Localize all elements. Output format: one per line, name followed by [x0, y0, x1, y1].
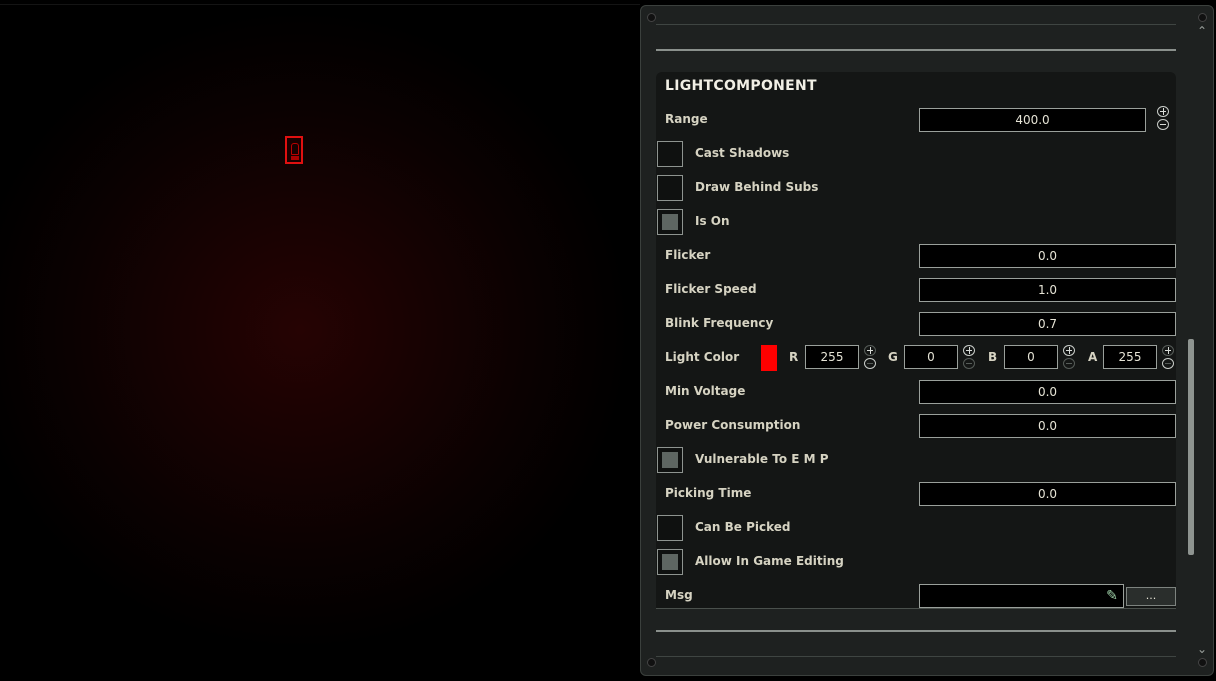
blink-frequency-label: Blink Frequency	[665, 316, 774, 330]
minus-circle-icon[interactable]	[1063, 358, 1075, 369]
draw-behind-subs-label: Draw Behind Subs	[695, 180, 819, 194]
msg-input[interactable]	[919, 584, 1124, 608]
game-viewport[interactable]	[0, 0, 640, 681]
msg-more-button[interactable]: ...	[1126, 587, 1176, 606]
header-divider	[656, 24, 1176, 52]
vulnerable-to-emp-label: Vulnerable To E M P	[695, 452, 829, 466]
lamp-base	[291, 156, 299, 160]
component-title: LIGHTCOMPONENT	[665, 78, 817, 94]
plus-circle-icon[interactable]	[1063, 345, 1075, 356]
pencil-icon[interactable]: ✎	[1103, 587, 1121, 605]
flicker-input[interactable]: 0.0	[919, 244, 1176, 268]
screw-icon	[647, 13, 656, 22]
light-color-label: Light Color	[665, 350, 740, 364]
range-label: Range	[665, 112, 708, 126]
min-voltage-input[interactable]: 0.0	[919, 380, 1176, 404]
blink-frequency-input[interactable]: 0.7	[919, 312, 1176, 336]
screw-icon	[1198, 658, 1207, 667]
screw-icon	[647, 658, 656, 667]
minus-circle-icon[interactable]	[864, 358, 876, 369]
plus-circle-icon[interactable]	[1162, 345, 1174, 356]
plus-circle-icon[interactable]	[1157, 106, 1169, 117]
flicker-speed-input[interactable]: 1.0	[919, 278, 1176, 302]
lamp-bulb-icon	[291, 143, 299, 155]
power-consumption-label: Power Consumption	[665, 418, 801, 432]
msg-label: Msg	[665, 588, 693, 602]
power-consumption-input[interactable]: 0.0	[919, 414, 1176, 438]
alpha-channel-input[interactable]: 255	[1103, 345, 1157, 369]
alpha-channel-stepper[interactable]	[1162, 345, 1176, 371]
plus-circle-icon[interactable]	[864, 345, 876, 356]
screw-icon	[1198, 13, 1207, 22]
light-color-swatch[interactable]	[761, 345, 777, 371]
blue-channel-stepper[interactable]	[1063, 345, 1077, 371]
picking-time-input[interactable]: 0.0	[919, 482, 1176, 506]
plus-circle-icon[interactable]	[963, 345, 975, 356]
can-be-picked-checkbox[interactable]	[657, 515, 683, 541]
blue-channel-input[interactable]: 0	[1004, 345, 1058, 369]
selected-light-item[interactable]	[285, 136, 303, 164]
range-input[interactable]: 400.0	[919, 108, 1146, 132]
flicker-speed-label: Flicker Speed	[665, 282, 757, 296]
picking-time-label: Picking Time	[665, 486, 752, 500]
panel-scrollbar[interactable]	[1188, 339, 1194, 555]
footer-divider	[656, 630, 1176, 658]
draw-behind-subs-checkbox[interactable]	[657, 175, 683, 201]
minus-circle-icon[interactable]	[963, 358, 975, 369]
alpha-channel-label: A	[1088, 350, 1098, 364]
is-on-checkbox[interactable]	[657, 209, 683, 235]
allow-in-game-editing-label: Allow In Game Editing	[695, 554, 844, 568]
cast-shadows-label: Cast Shadows	[695, 146, 790, 160]
green-channel-input[interactable]: 0	[904, 345, 958, 369]
range-stepper[interactable]	[1157, 106, 1171, 132]
flicker-label: Flicker	[665, 248, 711, 262]
green-channel-label: G	[888, 350, 898, 364]
red-channel-input[interactable]: 255	[805, 345, 859, 369]
minus-circle-icon[interactable]	[1162, 358, 1174, 369]
min-voltage-label: Min Voltage	[665, 384, 746, 398]
is-on-label: Is On	[695, 214, 730, 228]
can-be-picked-label: Can Be Picked	[695, 520, 791, 534]
chevron-down-icon[interactable]: ⌄	[1197, 642, 1207, 656]
red-channel-stepper[interactable]	[864, 345, 878, 371]
minus-circle-icon[interactable]	[1157, 119, 1169, 130]
allow-in-game-editing-checkbox[interactable]	[657, 549, 683, 575]
red-channel-label: R	[789, 350, 799, 364]
vulnerable-to-emp-checkbox[interactable]	[657, 447, 683, 473]
blue-channel-label: B	[988, 350, 998, 364]
cast-shadows-checkbox[interactable]	[657, 141, 683, 167]
viewport-edge	[0, 4, 640, 5]
chevron-up-icon[interactable]: ⌃	[1197, 24, 1207, 38]
green-channel-stepper[interactable]	[963, 345, 977, 371]
